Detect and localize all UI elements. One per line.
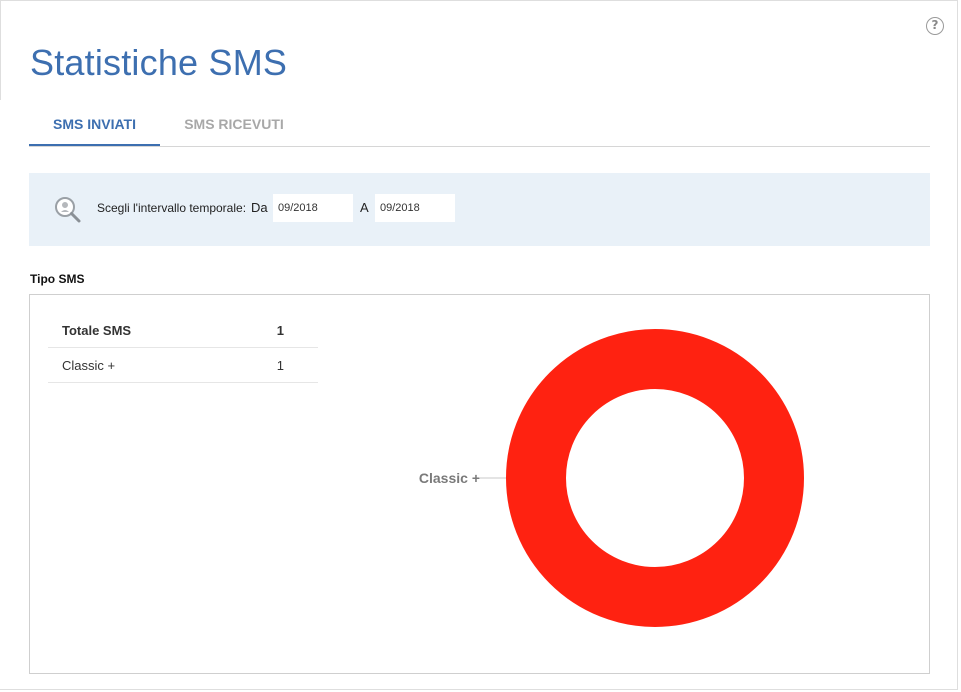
tab-bar: SMS INVIATI SMS RICEVUTI — [29, 104, 930, 147]
filter-label: Scegli l'intervallo temporale: — [97, 201, 247, 215]
donut-slice-0[interactable] — [506, 329, 804, 627]
search-icon — [55, 197, 81, 223]
date-to-input[interactable] — [375, 194, 455, 222]
date-from-input[interactable] — [273, 194, 353, 222]
page-title: Statistiche SMS — [30, 42, 288, 83]
date-filter-bar: Scegli l'intervallo temporale: Da A — [29, 173, 930, 246]
to-label: A — [360, 200, 369, 215]
tab-sms-ricevuti[interactable]: SMS RICEVUTI — [169, 104, 299, 145]
frame-edge — [0, 0, 1, 100]
section-title: Tipo SMS — [30, 272, 85, 286]
help-icon[interactable]: ? — [926, 17, 944, 35]
slice-label: Classic + — [419, 470, 480, 486]
from-label: Da — [251, 200, 268, 215]
donut-chart: Classic + — [419, 329, 804, 627]
tab-sms-inviati[interactable]: SMS INVIATI — [29, 104, 160, 146]
